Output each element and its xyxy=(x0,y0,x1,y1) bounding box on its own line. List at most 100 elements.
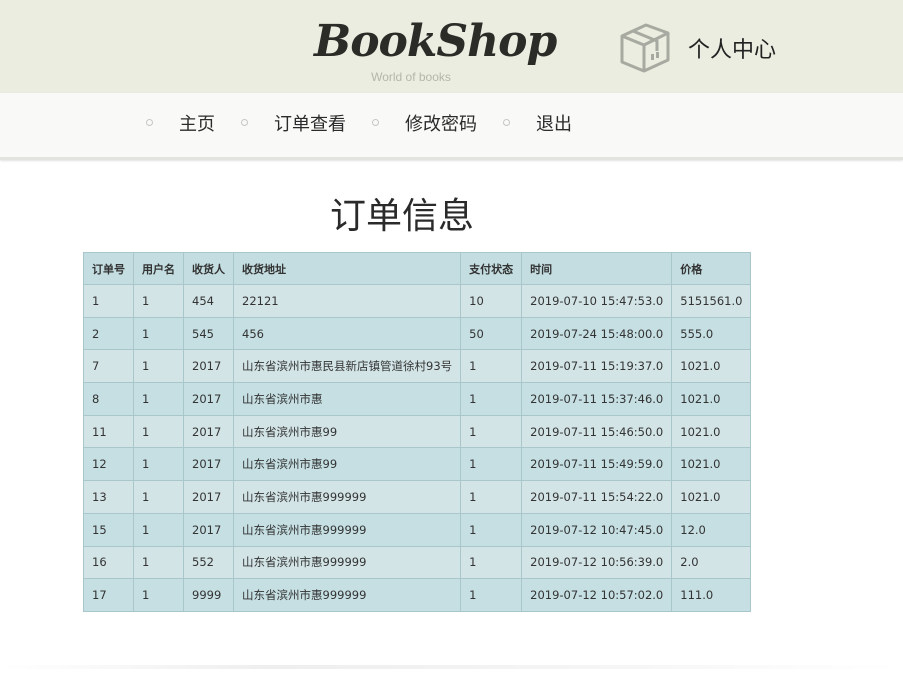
table-row: 1 1 454 22121 10 2019-07-10 15:47:53.0 5… xyxy=(83,284,752,318)
cell-price: 1021.0 xyxy=(671,382,752,416)
cell-recipient: 2017 xyxy=(183,349,234,384)
cell-recipient: 545 xyxy=(183,316,234,351)
table-row: 8 1 2017 山东省滨州市惠 1 2019-07-11 15:37:46.0… xyxy=(83,382,752,416)
cell-payment-status: 1 xyxy=(460,545,523,580)
header-order-id: 订单号 xyxy=(83,252,134,285)
circle-bullet-icon xyxy=(372,119,379,126)
cell-order-id: 2 xyxy=(83,316,134,351)
account-center-link[interactable]: 个人中心 xyxy=(688,35,776,67)
cell-price: 555.0 xyxy=(671,316,752,351)
cell-username: 1 xyxy=(133,578,184,612)
cell-order-id: 7 xyxy=(83,349,134,384)
header-recipient: 收货人 xyxy=(183,252,234,285)
cell-username: 1 xyxy=(133,480,184,514)
cell-address: 22121 xyxy=(232,284,462,318)
cell-time: 2019-07-11 15:37:46.0 xyxy=(521,382,673,416)
cell-payment-status: 1 xyxy=(460,447,523,482)
cell-recipient: 2017 xyxy=(183,512,234,547)
cell-username: 1 xyxy=(133,414,184,449)
cell-order-id: 8 xyxy=(83,382,134,416)
cell-username: 1 xyxy=(133,349,184,384)
site-tagline: World of books xyxy=(371,70,451,84)
footer-divider xyxy=(0,665,903,669)
cell-order-id: 17 xyxy=(83,578,134,612)
cell-username: 1 xyxy=(133,512,184,547)
cell-address: 山东省滨州市惠 xyxy=(232,382,462,416)
table-row: 12 1 2017 山东省滨州市惠99 1 2019-07-11 15:49:5… xyxy=(83,447,752,482)
circle-bullet-icon xyxy=(241,119,248,126)
table-row: 17 1 9999 山东省滨州市惠999999 1 2019-07-12 10:… xyxy=(83,578,752,612)
cell-address: 山东省滨州市惠999999 xyxy=(232,578,462,612)
cell-payment-status: 1 xyxy=(460,512,523,547)
table-header-row: 订单号 用户名 收货人 收货地址 支付状态 时间 价格 xyxy=(83,252,752,285)
page-title: 订单信息 xyxy=(329,196,474,237)
cell-username: 1 xyxy=(133,545,184,580)
cell-recipient: 2017 xyxy=(183,414,234,449)
cell-username: 1 xyxy=(133,382,184,416)
site-logo[interactable]: BookShop xyxy=(314,14,557,70)
cell-address: 山东省滨州市惠999999 xyxy=(232,480,462,514)
cell-price: 12.0 xyxy=(671,512,752,547)
table-row: 15 1 2017 山东省滨州市惠999999 1 2019-07-12 10:… xyxy=(83,512,752,547)
cell-recipient: 2017 xyxy=(183,382,234,416)
cell-order-id: 16 xyxy=(83,545,134,580)
cell-username: 1 xyxy=(133,284,184,318)
cell-payment-status: 1 xyxy=(460,578,523,612)
header-address: 收货地址 xyxy=(232,252,462,285)
main-nav: 主页 订单查看 修改密码 退出 xyxy=(0,93,903,160)
cell-address: 山东省滨州市惠999999 xyxy=(232,512,462,547)
table-row: 11 1 2017 山东省滨州市惠99 1 2019-07-11 15:46:5… xyxy=(83,414,752,449)
cell-recipient: 552 xyxy=(183,545,234,580)
table-row: 16 1 552 山东省滨州市惠999999 1 2019-07-12 10:5… xyxy=(83,545,752,580)
cell-price: 1021.0 xyxy=(671,414,752,449)
cell-address: 456 xyxy=(232,316,462,351)
nav-home[interactable]: 主页 xyxy=(179,113,215,137)
cell-address: 山东省滨州市惠民县新店镇管道徐村93号 xyxy=(232,349,462,384)
cell-time: 2019-07-11 15:46:50.0 xyxy=(521,414,673,449)
cell-payment-status: 1 xyxy=(460,414,523,449)
header-username: 用户名 xyxy=(133,252,184,285)
nav-logout[interactable]: 退出 xyxy=(536,113,572,137)
cell-time: 2019-07-10 15:47:53.0 xyxy=(521,284,673,318)
cell-payment-status: 1 xyxy=(460,480,523,514)
cell-time: 2019-07-11 15:19:37.0 xyxy=(521,349,673,384)
cell-time: 2019-07-11 15:49:59.0 xyxy=(521,447,673,482)
cell-time: 2019-07-12 10:47:45.0 xyxy=(521,512,673,547)
site-header: BookShop World of books 个人中心 xyxy=(0,0,903,93)
cell-payment-status: 1 xyxy=(460,382,523,416)
nav-orders[interactable]: 订单查看 xyxy=(274,113,346,137)
cell-price: 1021.0 xyxy=(671,480,752,514)
cell-recipient: 9999 xyxy=(183,578,234,612)
table-row: 7 1 2017 山东省滨州市惠民县新店镇管道徐村93号 1 2019-07-1… xyxy=(83,349,752,384)
cell-payment-status: 50 xyxy=(460,316,523,351)
header-price: 价格 xyxy=(671,252,752,285)
cell-time: 2019-07-11 15:54:22.0 xyxy=(521,480,673,514)
table-row: 2 1 545 456 50 2019-07-24 15:48:00.0 555… xyxy=(83,316,752,351)
cell-recipient: 454 xyxy=(183,284,234,318)
circle-bullet-icon xyxy=(503,119,510,126)
cell-price: 111.0 xyxy=(671,578,752,612)
cell-address: 山东省滨州市惠99 xyxy=(232,447,462,482)
cell-username: 1 xyxy=(133,316,184,351)
cell-price: 2.0 xyxy=(671,545,752,580)
cell-time: 2019-07-24 15:48:00.0 xyxy=(521,316,673,351)
orders-table: 订单号 用户名 收货人 收货地址 支付状态 时间 价格 1 1 454 2212… xyxy=(83,252,752,612)
box-icon[interactable] xyxy=(618,20,672,74)
cell-price: 1021.0 xyxy=(671,447,752,482)
cell-username: 1 xyxy=(133,447,184,482)
cell-order-id: 15 xyxy=(83,512,134,547)
cell-address: 山东省滨州市惠99 xyxy=(232,414,462,449)
circle-bullet-icon xyxy=(146,119,153,126)
cell-order-id: 12 xyxy=(83,447,134,482)
table-row: 13 1 2017 山东省滨州市惠999999 1 2019-07-11 15:… xyxy=(83,480,752,514)
cell-address: 山东省滨州市惠999999 xyxy=(232,545,462,580)
cell-order-id: 11 xyxy=(83,414,134,449)
cell-recipient: 2017 xyxy=(183,480,234,514)
header-payment-status: 支付状态 xyxy=(460,252,523,285)
cell-time: 2019-07-12 10:56:39.0 xyxy=(521,545,673,580)
cell-order-id: 13 xyxy=(83,480,134,514)
cell-order-id: 1 xyxy=(83,284,134,318)
nav-change-password[interactable]: 修改密码 xyxy=(405,113,477,137)
cell-payment-status: 10 xyxy=(460,284,523,318)
cell-price: 5151561.0 xyxy=(671,284,752,318)
